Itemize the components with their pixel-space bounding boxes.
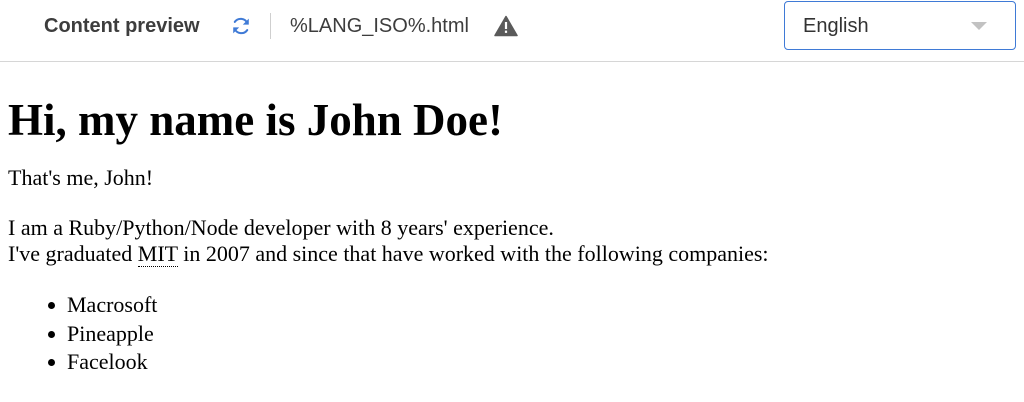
bullet-icon [48, 330, 55, 338]
bullet-icon [48, 359, 55, 366]
intro-paragraph: That's me, John! [8, 165, 154, 190]
company-name: Pineapple [67, 320, 154, 346]
language-select-value: English [803, 15, 869, 37]
toolbar-divider [270, 13, 271, 39]
list-item: Facelook [48, 348, 1016, 377]
list-item: Macrosoft [48, 291, 1016, 320]
toolbar-title: Content preview [44, 15, 200, 37]
preview-content: Hi, my name is John Doe! That's me, John… [8, 63, 1016, 377]
list-item: Pineapple [48, 320, 1016, 349]
mit-abbreviation[interactable]: MIT [137, 241, 178, 267]
bullet-icon [48, 302, 55, 309]
refresh-icon[interactable] [230, 15, 252, 37]
warning-icon[interactable] [494, 15, 518, 37]
file-name: %LANG_ISO%.html [290, 15, 469, 37]
language-select[interactable]: English [784, 1, 1016, 50]
preview-toolbar: Content preview %LANG_ISO%.html English [0, 0, 1024, 62]
bio-line-2-suffix: in 2007 and since that have worked with … [177, 241, 769, 266]
bio-line-2-prefix: I've graduated [8, 241, 138, 266]
company-name: Facelook [67, 349, 148, 374]
bio-line-1: I am a Ruby/Python/Node developer with 8… [8, 215, 554, 240]
company-list: Macrosoft Pineapple Facelook [8, 291, 1016, 377]
chevron-down-icon [971, 22, 987, 30]
company-name: Macrosoft [67, 292, 158, 317]
bio-paragraph: I am a Ruby/Python/Node developer with 8… [8, 215, 1016, 267]
page-heading: Hi, my name is John Doe! [8, 95, 503, 145]
